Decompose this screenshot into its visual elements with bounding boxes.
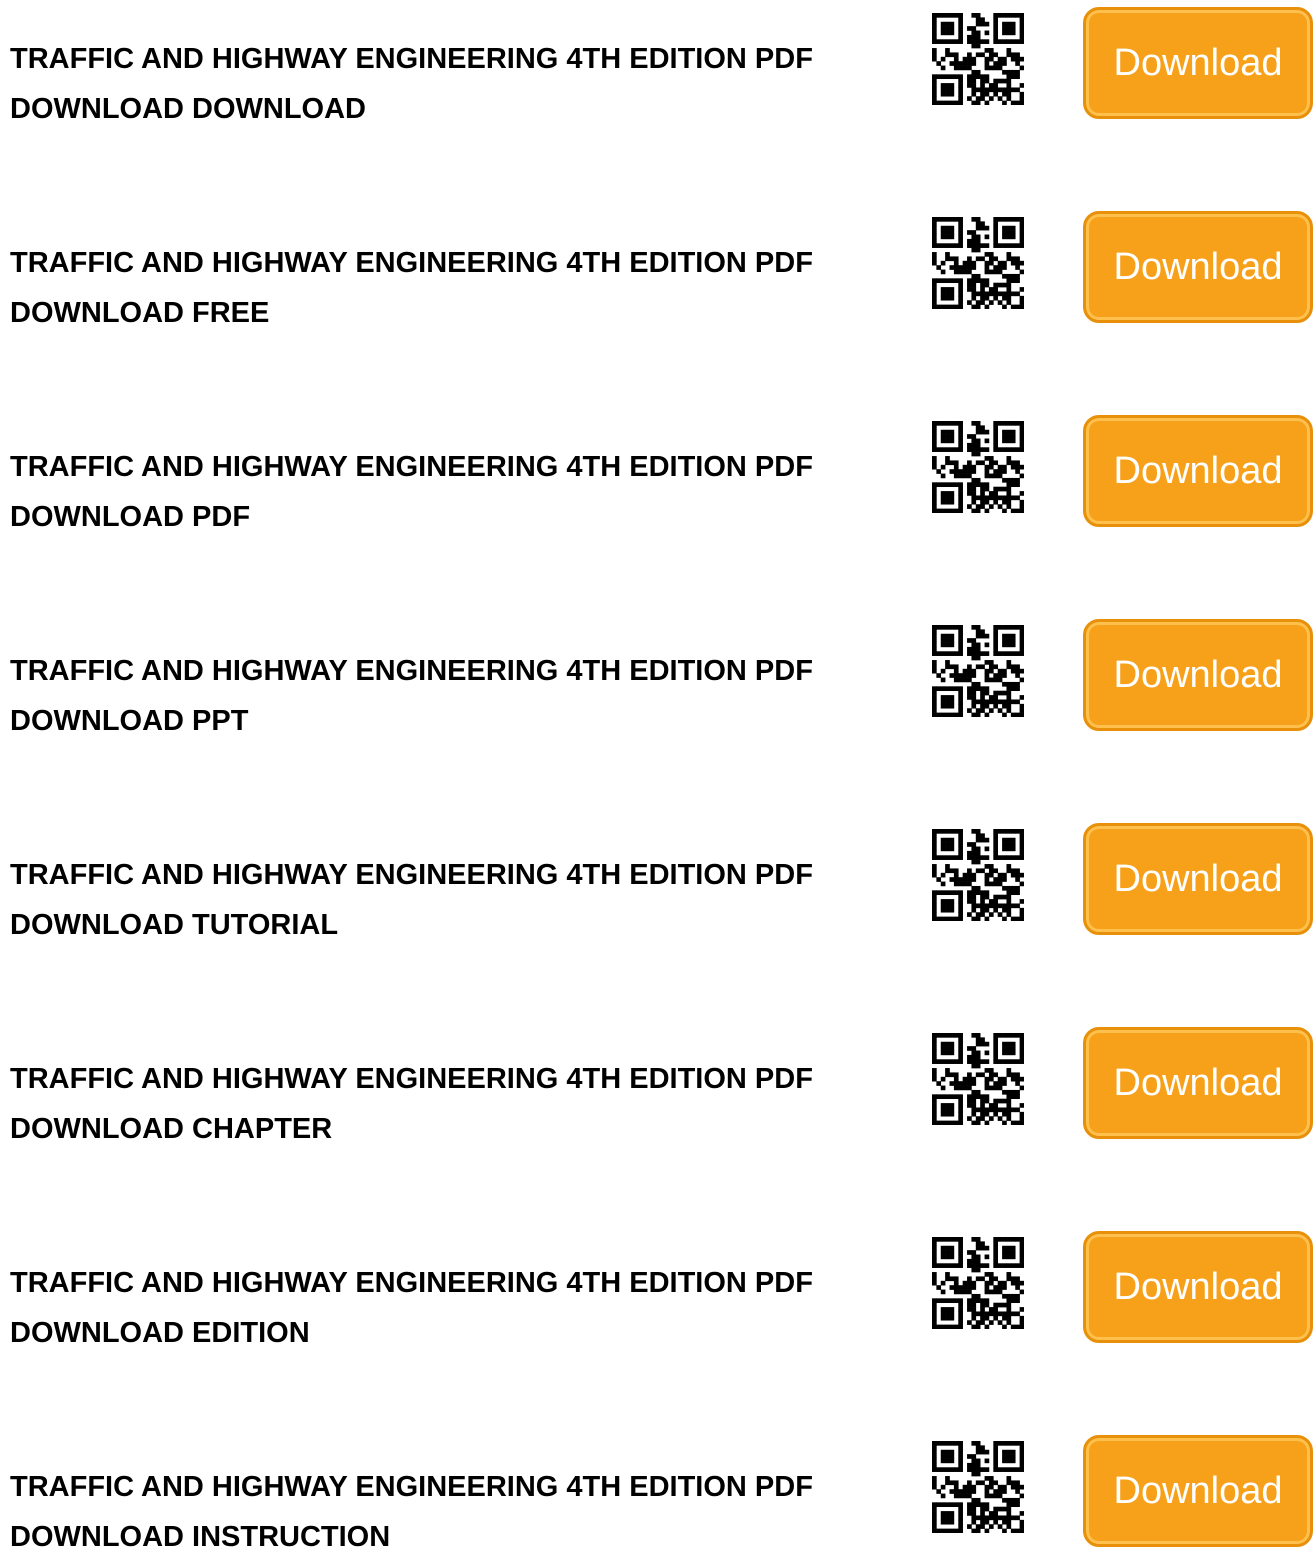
download-button[interactable]: Download xyxy=(1083,211,1313,323)
item-title-line-2: DOWNLOAD DOWNLOAD xyxy=(10,93,367,125)
list-item: TRAFFIC AND HIGHWAY ENGINEERING 4TH EDIT… xyxy=(0,0,1314,125)
item-title[interactable]: TRAFFIC AND HIGHWAY ENGINEERING 4TH EDIT… xyxy=(10,850,915,950)
item-title[interactable]: TRAFFIC AND HIGHWAY ENGINEERING 4TH EDIT… xyxy=(10,1462,915,1562)
qr-code-icon xyxy=(932,829,1024,921)
item-title[interactable]: TRAFFIC AND HIGHWAY ENGINEERING 4TH EDIT… xyxy=(10,1054,915,1154)
download-button[interactable]: Download xyxy=(1083,823,1313,935)
qr-code-graphic xyxy=(932,829,1024,921)
download-list: TRAFFIC AND HIGHWAY ENGINEERING 4TH EDIT… xyxy=(0,0,1314,1553)
qr-code-graphic xyxy=(932,13,1024,105)
item-title-line-2: DOWNLOAD EDITION xyxy=(10,1317,310,1349)
qr-code-graphic xyxy=(932,217,1024,309)
item-title-line-1: TRAFFIC AND HIGHWAY ENGINEERING 4TH EDIT… xyxy=(10,1471,813,1503)
qr-code-graphic xyxy=(932,1441,1024,1533)
item-title[interactable]: TRAFFIC AND HIGHWAY ENGINEERING 4TH EDIT… xyxy=(10,442,915,542)
item-title-line-2: DOWNLOAD PDF xyxy=(10,501,251,533)
list-item: TRAFFIC AND HIGHWAY ENGINEERING 4TH EDIT… xyxy=(0,816,1314,941)
download-button[interactable]: Download xyxy=(1083,1231,1313,1343)
item-title-line-1: TRAFFIC AND HIGHWAY ENGINEERING 4TH EDIT… xyxy=(10,655,813,687)
download-button[interactable]: Download xyxy=(1083,1435,1313,1547)
item-title[interactable]: TRAFFIC AND HIGHWAY ENGINEERING 4TH EDIT… xyxy=(10,1258,915,1358)
qr-code-icon xyxy=(932,421,1024,513)
item-title-line-1: TRAFFIC AND HIGHWAY ENGINEERING 4TH EDIT… xyxy=(10,451,813,483)
qr-code-graphic xyxy=(932,625,1024,717)
list-item: TRAFFIC AND HIGHWAY ENGINEERING 4TH EDIT… xyxy=(0,1020,1314,1145)
qr-code-icon xyxy=(932,1237,1024,1329)
item-title-line-2: DOWNLOAD FREE xyxy=(10,297,270,329)
list-item: TRAFFIC AND HIGHWAY ENGINEERING 4TH EDIT… xyxy=(0,1224,1314,1349)
list-item: TRAFFIC AND HIGHWAY ENGINEERING 4TH EDIT… xyxy=(0,408,1314,533)
item-title-line-1: TRAFFIC AND HIGHWAY ENGINEERING 4TH EDIT… xyxy=(10,247,813,279)
item-title-line-2: DOWNLOAD PPT xyxy=(10,705,249,737)
qr-code-graphic xyxy=(932,1237,1024,1329)
item-title-line-1: TRAFFIC AND HIGHWAY ENGINEERING 4TH EDIT… xyxy=(10,1063,813,1095)
item-title-line-2: DOWNLOAD TUTORIAL xyxy=(10,909,339,941)
qr-code-icon xyxy=(932,1441,1024,1533)
qr-code-icon xyxy=(932,217,1024,309)
item-title-line-2: DOWNLOAD INSTRUCTION xyxy=(10,1521,391,1553)
download-button[interactable]: Download xyxy=(1083,415,1313,527)
qr-code-icon xyxy=(932,1033,1024,1125)
item-title-line-1: TRAFFIC AND HIGHWAY ENGINEERING 4TH EDIT… xyxy=(10,43,813,75)
item-title[interactable]: TRAFFIC AND HIGHWAY ENGINEERING 4TH EDIT… xyxy=(10,34,915,134)
list-item: TRAFFIC AND HIGHWAY ENGINEERING 4TH EDIT… xyxy=(0,204,1314,329)
item-title-line-2: DOWNLOAD CHAPTER xyxy=(10,1113,333,1145)
qr-code-icon xyxy=(932,13,1024,105)
qr-code-graphic xyxy=(932,421,1024,513)
list-item: TRAFFIC AND HIGHWAY ENGINEERING 4TH EDIT… xyxy=(0,612,1314,737)
download-button[interactable]: Download xyxy=(1083,1027,1313,1139)
qr-code-graphic xyxy=(932,1033,1024,1125)
download-button[interactable]: Download xyxy=(1083,7,1313,119)
item-title-line-1: TRAFFIC AND HIGHWAY ENGINEERING 4TH EDIT… xyxy=(10,859,813,891)
item-title-line-1: TRAFFIC AND HIGHWAY ENGINEERING 4TH EDIT… xyxy=(10,1267,813,1299)
qr-code-icon xyxy=(932,625,1024,717)
item-title[interactable]: TRAFFIC AND HIGHWAY ENGINEERING 4TH EDIT… xyxy=(10,238,915,338)
item-title[interactable]: TRAFFIC AND HIGHWAY ENGINEERING 4TH EDIT… xyxy=(10,646,915,746)
download-button[interactable]: Download xyxy=(1083,619,1313,731)
list-item: TRAFFIC AND HIGHWAY ENGINEERING 4TH EDIT… xyxy=(0,1428,1314,1553)
